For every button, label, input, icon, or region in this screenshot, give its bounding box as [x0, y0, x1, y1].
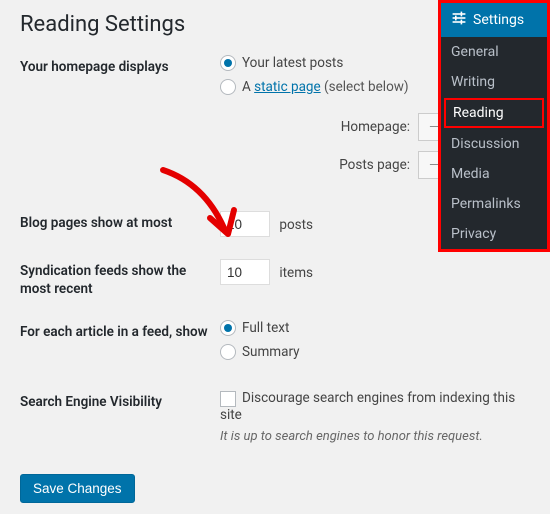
radio-label: Summary — [242, 344, 300, 360]
radio-label: A static page (select below) — [242, 79, 409, 95]
radio-summary[interactable]: Summary — [220, 344, 530, 360]
sev-chk-label: Discourage search engines from indexing … — [220, 390, 515, 422]
sidebar-header[interactable]: Settings — [441, 3, 547, 37]
radio-icon — [220, 55, 236, 71]
blog-pages-input[interactable] — [220, 211, 270, 237]
blog-pages-suffix: posts — [279, 217, 313, 233]
static-page-link[interactable]: static page — [254, 79, 321, 95]
sidebar-item-media[interactable]: Media — [441, 159, 547, 189]
settings-sidebar: Settings General Writing Reading Discuss… — [438, 0, 550, 252]
checkbox-icon — [220, 391, 236, 407]
sidebar-item-privacy[interactable]: Privacy — [441, 219, 547, 249]
sidebar-item-permalinks[interactable]: Permalinks — [441, 189, 547, 219]
sidebar-header-label: Settings — [473, 12, 524, 28]
radio-icon — [220, 79, 236, 95]
syndication-suffix: items — [279, 265, 313, 281]
postspage-sublabel: Posts page: — [220, 157, 410, 173]
radio-full-text[interactable]: Full text — [220, 320, 530, 336]
sidebar-item-reading[interactable]: Reading — [444, 98, 544, 128]
sidebar-item-discussion[interactable]: Discussion — [441, 129, 547, 159]
radio-label: Your latest posts — [242, 55, 343, 71]
sidebar-item-writing[interactable]: Writing — [441, 67, 547, 97]
label-feed-show: For each article in a feed, show — [20, 320, 220, 342]
label-blog-pages: Blog pages show at most — [20, 211, 220, 233]
sliders-icon — [451, 10, 467, 30]
save-changes-button[interactable]: Save Changes — [20, 474, 135, 503]
label-homepage-displays: Your homepage displays — [20, 55, 220, 77]
sidebar-item-general[interactable]: General — [441, 37, 547, 67]
row-search-engine-visibility: Search Engine Visibility Discourage sear… — [20, 390, 530, 443]
label-sev: Search Engine Visibility — [20, 390, 220, 412]
homepage-sublabel: Homepage: — [220, 119, 410, 135]
row-syndication-feeds: Syndication feeds show the most recent i… — [20, 259, 530, 298]
radio-icon — [220, 344, 236, 360]
syndication-input[interactable] — [220, 259, 270, 285]
label-syndication: Syndication feeds show the most recent — [20, 259, 220, 298]
sev-description: It is up to search engines to honor this… — [220, 429, 530, 444]
row-feed-show: For each article in a feed, show Full te… — [20, 320, 530, 368]
radio-label: Full text — [242, 320, 289, 336]
sev-checkbox-row[interactable]: Discourage search engines from indexing … — [220, 390, 515, 422]
radio-icon — [220, 320, 236, 336]
